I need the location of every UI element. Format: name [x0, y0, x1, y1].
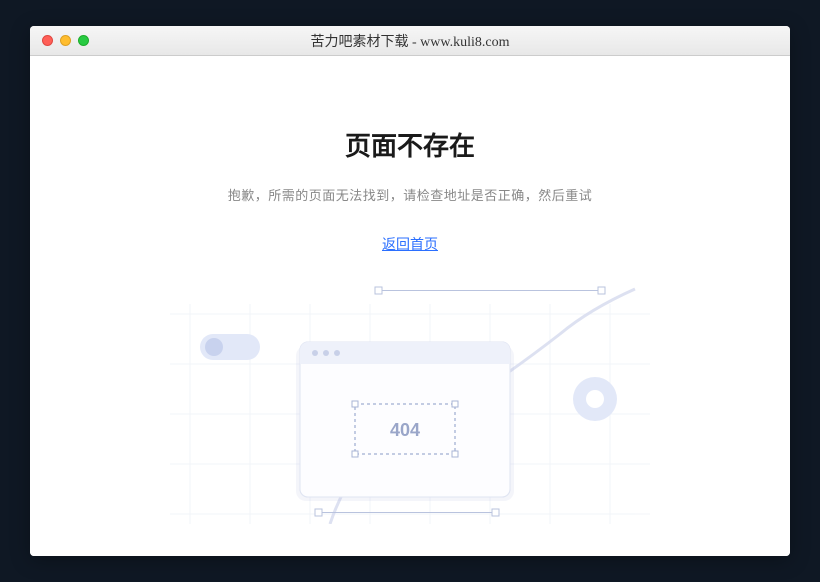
window-title: 苦力吧素材下载 - www.kuli8.com	[30, 31, 790, 51]
traffic-lights	[42, 35, 89, 46]
close-icon[interactable]	[42, 35, 53, 46]
browser-window: 苦力吧素材下载 - www.kuli8.com 页面不存在 抱歉，所需的页面无法…	[30, 26, 790, 556]
page-content: 页面不存在 抱歉，所需的页面无法找到，请检查地址是否正确，然后重试 返回首页	[30, 56, 790, 556]
error-illustration: 404	[170, 284, 650, 524]
titlebar: 苦力吧素材下载 - www.kuli8.com	[30, 26, 790, 56]
maximize-icon[interactable]	[78, 35, 89, 46]
toggle-shape	[200, 334, 260, 360]
home-link[interactable]: 返回首页	[382, 234, 438, 254]
error-code: 404	[390, 420, 420, 440]
error-message: 抱歉，所需的页面无法找到，请检查地址是否正确，然后重试	[228, 185, 593, 204]
minimize-icon[interactable]	[60, 35, 71, 46]
donut-shape	[573, 377, 617, 421]
page-title: 页面不存在	[345, 126, 475, 163]
